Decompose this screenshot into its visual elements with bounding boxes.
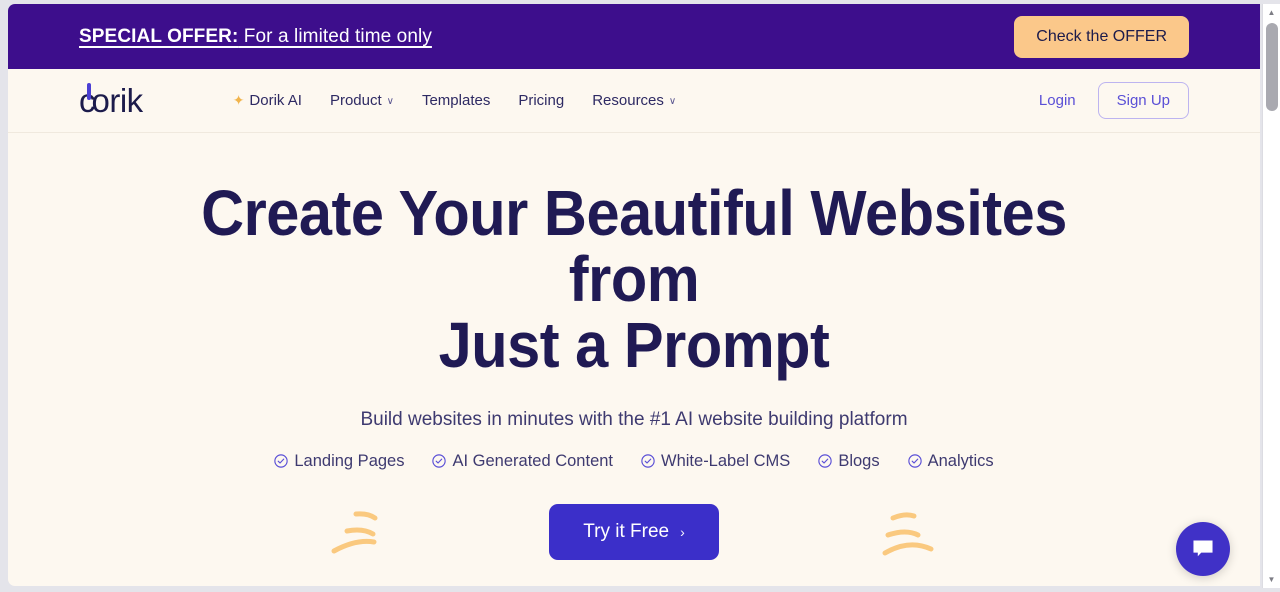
scroll-up-arrow-icon[interactable]: ▲ xyxy=(1263,4,1280,21)
decorative-swoosh-left xyxy=(331,511,378,554)
chat-bubble-icon xyxy=(1193,540,1213,557)
check-circle-icon xyxy=(641,454,655,468)
hero-subtitle: Build websites in minutes with the #1 AI… xyxy=(360,408,908,430)
hero-section: Create Your Beautiful Websites from Just… xyxy=(8,133,1260,586)
special-offer-banner: SPECIAL OFFER: For a limited time only C… xyxy=(8,4,1260,69)
hero-title-line-2: Just a Prompt xyxy=(438,308,830,381)
dorik-logo[interactable]: c orik xyxy=(79,82,144,119)
chat-widget-button[interactable] xyxy=(1176,522,1230,576)
scrollbar-thumb[interactable] xyxy=(1265,23,1278,111)
check-the-offer-button[interactable]: Check the OFFER xyxy=(1014,15,1189,58)
feature-label: Landing Pages xyxy=(294,451,405,470)
cta-label: Try it Free xyxy=(583,520,670,542)
feature-item: Analytics xyxy=(907,451,994,471)
logo-accent-stem xyxy=(87,83,91,100)
offer-banner-strong: SPECIAL OFFER: xyxy=(79,25,239,47)
offer-banner-inner: SPECIAL OFFER: For a limited time only C… xyxy=(79,15,1189,58)
sign-up-button[interactable]: Sign Up xyxy=(1097,82,1189,119)
check-circle-icon xyxy=(432,454,447,468)
decorative-swoosh-right xyxy=(882,512,934,556)
feature-item: AI Generated Content xyxy=(432,452,613,471)
nav-item-label: Dorik AI xyxy=(249,92,302,109)
nav-item-templates[interactable]: Templates xyxy=(422,92,490,109)
nav-item-label: Resources xyxy=(592,92,664,109)
feature-item: Landing Pages xyxy=(274,452,404,471)
sparkle-icon: ✦ xyxy=(232,92,245,108)
browser-window: SPECIAL OFFER: For a limited time only C… xyxy=(0,0,1280,592)
page-title: Create Your Beautiful Websites from Just… xyxy=(169,180,1099,381)
feature-label: AI Generated Content xyxy=(452,451,614,470)
nav-actions: Login Sign Up xyxy=(1039,82,1189,119)
check-circle-icon xyxy=(274,454,289,468)
feature-label: White-Label CMS xyxy=(661,451,791,470)
cta-row: Try it Free › xyxy=(8,496,1260,568)
page-viewport: SPECIAL OFFER: For a limited time only C… xyxy=(8,4,1260,586)
nav-item-label: Templates xyxy=(421,92,491,109)
check-circle-icon xyxy=(907,454,922,468)
offer-banner-rest: For a limited time only xyxy=(238,25,432,47)
logo-letters-orik: orik xyxy=(91,82,144,119)
hero-title-line-1: Create Your Beautiful Websites from xyxy=(201,177,1067,315)
hero-feature-list: Landing Pages AI Generated Content White… xyxy=(8,452,1260,471)
site-navigation: c orik ✦ Dorik AI Product ∨ Templates Pr… xyxy=(8,69,1260,133)
chevron-right-icon: › xyxy=(680,523,685,540)
try-it-free-button[interactable]: Try it Free › xyxy=(549,503,719,560)
feature-label: Blogs xyxy=(838,451,880,470)
nav-item-dorik-ai[interactable]: ✦ Dorik AI xyxy=(233,92,302,109)
nav-inner: c orik ✦ Dorik AI Product ∨ Templates Pr… xyxy=(79,82,1189,119)
nav-links: ✦ Dorik AI Product ∨ Templates Pricing R xyxy=(233,92,677,109)
chevron-down-icon: ∨ xyxy=(668,96,677,107)
feature-item: White-Label CMS xyxy=(641,452,790,471)
offer-banner-text[interactable]: SPECIAL OFFER: For a limited time only xyxy=(79,26,432,48)
feature-label: Analytics xyxy=(927,451,994,470)
feature-item: Blogs xyxy=(818,451,880,471)
chevron-down-icon: ∨ xyxy=(386,96,394,107)
nav-item-product[interactable]: Product ∨ xyxy=(330,92,394,109)
page-scrollbar[interactable]: ▲ ▼ xyxy=(1262,4,1280,588)
nav-item-resources[interactable]: Resources ∨ xyxy=(592,92,676,109)
nav-item-pricing[interactable]: Pricing xyxy=(518,92,564,109)
check-circle-icon xyxy=(818,454,833,468)
scrollbar-track[interactable] xyxy=(1263,21,1280,571)
login-link[interactable]: Login xyxy=(1039,92,1076,109)
scroll-down-arrow-icon[interactable]: ▼ xyxy=(1263,571,1280,588)
nav-item-label: Pricing xyxy=(518,92,565,109)
nav-item-label: Product xyxy=(329,92,382,109)
